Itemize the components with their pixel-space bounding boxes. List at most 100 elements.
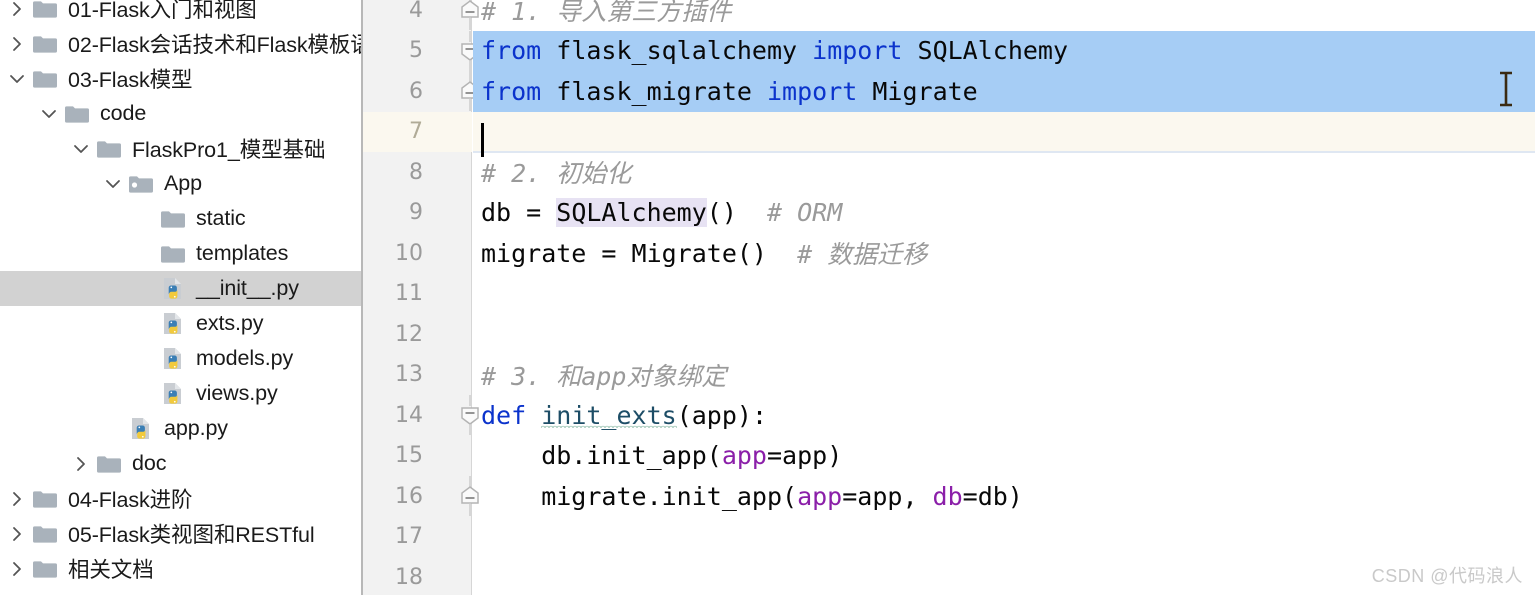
source-folder-icon: [126, 172, 156, 196]
text-caret: [481, 123, 484, 157]
tree-row-label: templates: [196, 241, 289, 265]
code-token-plain: SQLAlchemy: [902, 36, 1069, 66]
code-line[interactable]: # 2. 初始化: [473, 152, 1535, 193]
gutter-line[interactable]: 15: [363, 436, 472, 477]
code-line[interactable]: # 1. 导入第三方插件: [473, 0, 1535, 31]
gutter-line[interactable]: 17: [363, 517, 472, 558]
code-token-kwarg: app: [797, 481, 843, 511]
tree-row-label: 05-Flask类视图和RESTful: [68, 523, 315, 547]
tree-row[interactable]: __init__.py: [0, 271, 361, 306]
code-token-plain: db.init_app(: [481, 441, 722, 471]
gutter-line[interactable]: 18: [363, 557, 472, 595]
tree-row[interactable]: 03-Flask模型: [0, 61, 361, 96]
project-tree-panel[interactable]: 01-Flask入门和视图 02-Flask会话技术和Flask模板语 03-Fla…: [0, 0, 363, 595]
tree-row[interactable]: App: [0, 166, 361, 201]
chevron-right-icon[interactable]: [4, 36, 30, 52]
code-editor[interactable]: 4 5 6 7 8 9 10 11 12 13 14 15 16 17 18 # 1. 导入第三方插件 fro…: [363, 0, 1535, 595]
gutter-line[interactable]: 6: [363, 71, 479, 112]
code-line[interactable]: from flask_migrate import Migrate: [473, 71, 1535, 112]
chevron-right-icon[interactable]: [4, 561, 30, 577]
code-line[interactable]: db = SQLAlchemy() # ORM: [473, 193, 1535, 234]
gutter-line[interactable]: 12: [363, 314, 472, 355]
line-number: 4: [409, 0, 423, 23]
folder-icon: [158, 207, 188, 231]
chevron-down-icon[interactable]: [100, 177, 126, 191]
code-text-area[interactable]: # 1. 导入第三方插件 from flask_sqlalchemy import…: [473, 0, 1535, 595]
python-file-icon: [158, 312, 188, 336]
code-line[interactable]: migrate.init_app(app =app, db =db): [473, 476, 1535, 517]
python-file-icon: [158, 277, 188, 301]
gutter-line[interactable]: 14: [363, 395, 479, 436]
csdn-watermark: CSDN @代码浪人: [1371, 566, 1523, 586]
gutter-line[interactable]: 5: [363, 30, 479, 72]
tree-row[interactable]: FlaskPro1_模型基础: [0, 131, 361, 166]
tree-row[interactable]: static: [0, 201, 361, 236]
tree-row[interactable]: app.py: [0, 411, 361, 446]
tree-row[interactable]: doc: [0, 446, 361, 481]
code-line[interactable]: [473, 517, 1535, 558]
gutter-line[interactable]: 10: [363, 233, 472, 274]
chevron-right-icon[interactable]: [4, 526, 30, 542]
code-line[interactable]: [473, 274, 1535, 315]
chevron-right-icon[interactable]: [4, 491, 30, 507]
tree-row-label: code: [100, 101, 147, 125]
code-line[interactable]: migrate = Migrate() # 数据迁移: [473, 233, 1535, 274]
line-number: 14: [395, 402, 423, 428]
line-number: 6: [409, 78, 423, 104]
tree-row-label: 02-Flask会话技术和Flask模板语: [68, 33, 363, 57]
tree-row[interactable]: 05-Flask类视图和RESTful: [0, 516, 361, 551]
chevron-down-icon[interactable]: [68, 142, 94, 156]
gutter-line[interactable]: 13: [363, 355, 472, 396]
tree-row[interactable]: 01-Flask入门和视图: [0, 0, 361, 26]
python-file-icon: [158, 382, 188, 406]
ide-window: 01-Flask入门和视图 02-Flask会话技术和Flask模板语 03-Fla…: [0, 0, 1535, 595]
tree-row[interactable]: views.py: [0, 376, 361, 411]
gutter-line[interactable]: 7: [363, 111, 472, 152]
line-number: 12: [395, 321, 423, 347]
gutter-line[interactable]: 8: [363, 152, 472, 193]
code-token-plain: flask_sqlalchemy: [541, 36, 813, 66]
folder-icon: [94, 137, 124, 161]
tree-row[interactable]: code: [0, 96, 361, 131]
chevron-down-icon[interactable]: [4, 72, 30, 86]
gutter-line[interactable]: 9: [363, 193, 472, 234]
code-token-cmt: # 1. 导入第三方插件: [481, 0, 732, 27]
editor-gutter[interactable]: 4 5 6 7 8 9 10 11 12 13 14 15 16 17 18: [363, 0, 479, 595]
tree-row[interactable]: 02-Flask会话技术和Flask模板语: [0, 26, 361, 61]
tree-row[interactable]: 04-Flask进阶: [0, 481, 361, 516]
code-token-plain: db =: [481, 198, 557, 228]
chevron-right-icon[interactable]: [68, 456, 94, 472]
line-number: 17: [395, 524, 423, 550]
tree-row[interactable]: templates: [0, 236, 361, 271]
code-line[interactable]: from flask_sqlalchemy import SQLAlchemy: [473, 30, 1535, 71]
code-line[interactable]: db.init_app(app =app): [473, 436, 1535, 477]
code-line[interactable]: [473, 314, 1535, 355]
chevron-right-icon[interactable]: [4, 1, 30, 17]
folder-icon: [94, 452, 124, 476]
line-number: 7: [409, 119, 423, 145]
gutter-line[interactable]: 4: [363, 0, 479, 31]
tree-row[interactable]: exts.py: [0, 306, 361, 341]
tree-row-label: 04-Flask进阶: [68, 488, 193, 512]
code-token-cmt: # ORM: [767, 198, 843, 228]
tree-row-label: __init__.py: [196, 276, 299, 300]
code-token-kwarg: db: [932, 481, 963, 511]
tree-row[interactable]: models.py: [0, 341, 361, 376]
code-line[interactable]: def init_exts (app):: [473, 395, 1535, 436]
folder-icon: [30, 32, 60, 56]
gutter-line[interactable]: 16: [363, 476, 479, 517]
code-line[interactable]: [473, 111, 1535, 153]
code-line[interactable]: # 3. 和app对象绑定: [473, 355, 1535, 396]
line-number: 13: [395, 362, 423, 388]
code-token-plain: Migrate: [857, 76, 978, 106]
python-file-icon: [158, 347, 188, 371]
code-token-plain: migrate.init_app(: [481, 481, 798, 511]
tree-row[interactable]: 相关文档: [0, 551, 361, 586]
folder-icon: [30, 522, 60, 546]
gutter-line[interactable]: 11: [363, 274, 472, 315]
chevron-down-icon[interactable]: [36, 107, 62, 121]
code-token-plain: =db): [962, 481, 1023, 511]
line-number: 5: [409, 38, 423, 64]
folder-icon: [30, 487, 60, 511]
code-token-kw: import: [767, 76, 858, 106]
